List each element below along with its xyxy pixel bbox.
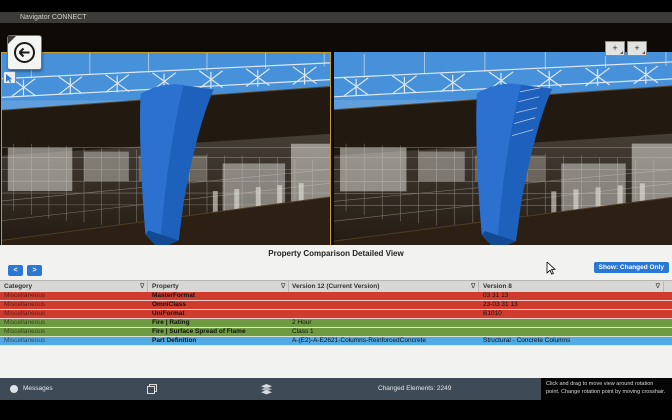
cell-category: Miscellaneous <box>4 292 45 300</box>
status-bar: Messages Changed Elements: 2249 Click an… <box>0 378 672 400</box>
plus-icon: + <box>612 43 617 53</box>
views-icon[interactable] <box>146 383 158 395</box>
app-window: Navigator CONNECT <box>0 0 672 420</box>
changed-elements-count: Changed Elements: 2249 <box>378 378 451 400</box>
messages-label[interactable]: Messages <box>23 378 53 400</box>
column-version8: Version 8 <box>483 281 512 292</box>
cursor-tool-icon <box>6 74 14 83</box>
viewport-right[interactable] <box>334 52 672 267</box>
filter-icon[interactable]: ∇ <box>471 281 479 292</box>
back-button[interactable] <box>8 36 41 69</box>
previous-element-button[interactable]: < <box>8 265 23 276</box>
back-arrow-icon <box>13 41 36 64</box>
column-version12: Version 12 (Current Version) <box>292 281 379 292</box>
table-row[interactable]: Miscellaneous Fire | Rating 2 Hour <box>0 319 672 328</box>
cell-property: Fire | Surface Spread of Flame <box>152 328 246 336</box>
pan-tool-button[interactable]: + <box>627 41 647 56</box>
table-row[interactable]: Miscellaneous Fire | Surface Spread of F… <box>0 328 672 337</box>
cell-category: Miscellaneous <box>4 337 45 345</box>
table-row[interactable]: Miscellaneous OmniClass 23-03 31 13 <box>0 301 672 310</box>
column-category: Category <box>4 281 32 292</box>
viewport-left[interactable] <box>1 52 331 267</box>
title-bar: Navigator CONNECT <box>0 12 672 23</box>
cell-version12: 2 Hour <box>292 319 312 327</box>
cell-property: Part Definition <box>152 337 196 345</box>
panel-title: Property Comparison Detailed View <box>0 249 672 258</box>
viewport-area <box>0 23 672 245</box>
cell-category: Miscellaneous <box>4 310 45 318</box>
messages-icon[interactable] <box>10 385 18 393</box>
filter-icon[interactable]: ∇ <box>140 281 148 292</box>
table-row[interactable]: Miscellaneous UniFormat B1010 <box>0 310 672 319</box>
app-title: Navigator CONNECT <box>20 12 87 23</box>
next-element-button[interactable]: > <box>27 265 42 276</box>
cell-property: UniFormat <box>152 310 185 318</box>
mouse-cursor <box>546 262 556 275</box>
cell-version12: Class 1 <box>292 328 314 336</box>
cell-version8: 23-03 31 13 <box>483 301 518 309</box>
filter-icon[interactable]: ∇ <box>281 281 289 292</box>
cell-category: Miscellaneous <box>4 301 45 309</box>
show-changed-only-button[interactable]: Show: Changed Only <box>594 262 669 273</box>
table-row[interactable]: Miscellaneous Part Definition A-(E2)-A-E… <box>0 337 672 346</box>
cell-version8: 03 31 13 <box>483 292 508 300</box>
3d-scene-left <box>2 53 330 266</box>
zoom-tool-button[interactable]: + <box>605 41 625 56</box>
cell-category: Miscellaneous <box>4 319 45 327</box>
filter-icon[interactable]: ∇ <box>656 281 664 292</box>
3d-scene-right <box>334 52 672 267</box>
viewport-toolbar: + + <box>605 41 647 56</box>
cell-category: Miscellaneous <box>4 328 45 336</box>
cell-property: OmniClass <box>152 301 186 309</box>
cell-property: Fire | Rating <box>152 319 190 327</box>
cell-version8: B1010 <box>483 310 502 318</box>
cell-version8: Structural - Concrete Columns <box>483 337 570 345</box>
layers-icon[interactable] <box>260 383 273 395</box>
column-property: Property <box>152 281 179 292</box>
plus-icon: + <box>634 43 639 53</box>
comparison-table-body: Miscellaneous MasterFormat 03 31 13 Misc… <box>0 292 672 346</box>
property-comparison-panel: Property Comparison Detailed View < > Sh… <box>0 245 672 378</box>
cell-property: MasterFormat <box>152 292 195 300</box>
select-tool-button[interactable] <box>3 71 16 84</box>
cell-version12: A-(E2)-A-E2621-Columns-ReinforcedConcret… <box>292 337 426 345</box>
table-row[interactable]: Miscellaneous MasterFormat 03 31 13 <box>0 292 672 301</box>
tool-hint-text: Click and drag to move view around rotat… <box>541 378 672 400</box>
